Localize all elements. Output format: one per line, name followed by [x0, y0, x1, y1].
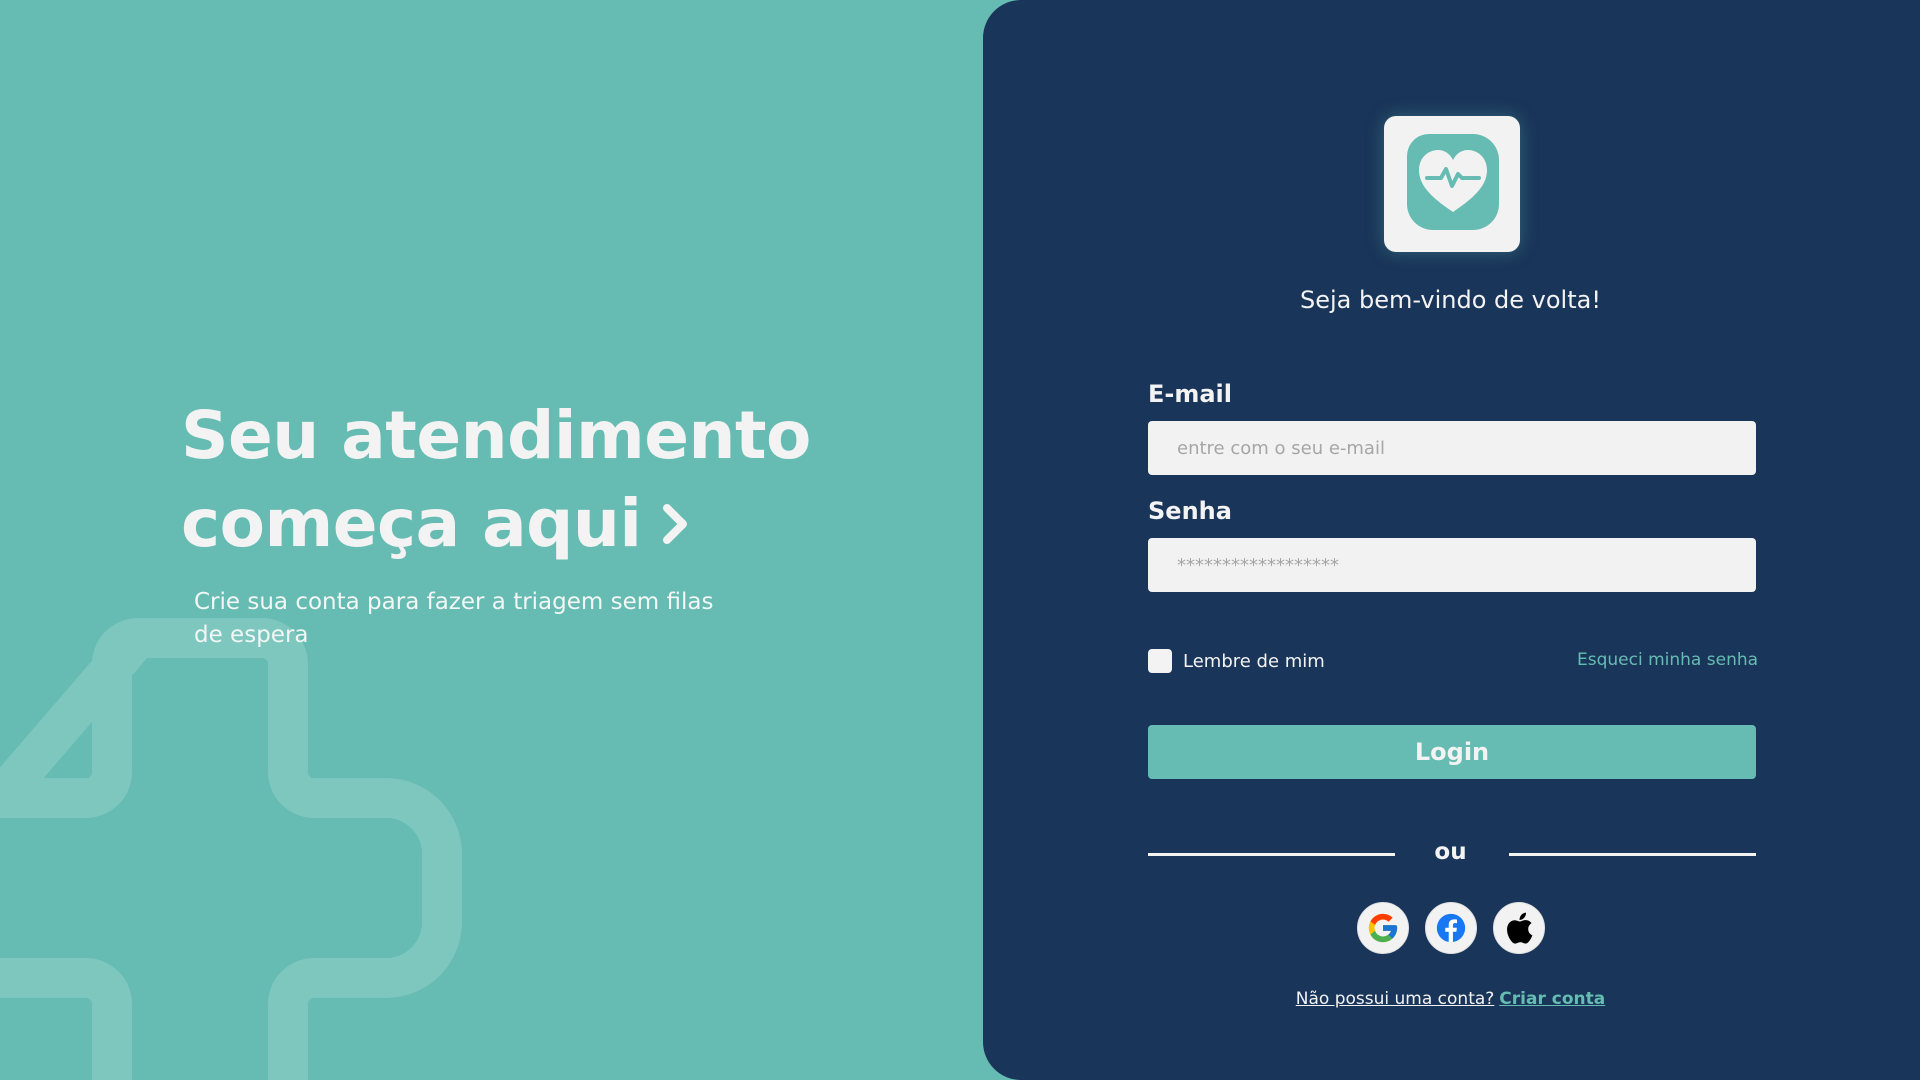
google-login-button[interactable] — [1357, 902, 1409, 954]
hero-panel: Seu atendimento começa aqui Crie sua con… — [0, 0, 984, 1080]
remember-checkbox[interactable] — [1148, 649, 1172, 673]
heart-pulse-icon — [1419, 150, 1487, 212]
hero-title: Seu atendimento começa aqui — [181, 392, 821, 572]
password-input[interactable] — [1148, 538, 1756, 592]
remember-label: Lembre de mim — [1183, 650, 1325, 672]
google-icon — [1368, 913, 1398, 943]
email-label: E-mail — [1148, 380, 1233, 408]
facebook-login-button[interactable] — [1425, 902, 1477, 954]
remember-me[interactable]: Lembre de mim — [1148, 648, 1325, 674]
apple-icon — [1507, 912, 1533, 944]
email-input[interactable] — [1148, 421, 1756, 475]
forgot-password-link[interactable]: Esqueci minha senha — [1577, 650, 1758, 670]
create-account-link[interactable]: Criar conta — [1499, 989, 1605, 1009]
apple-login-button[interactable] — [1493, 902, 1545, 954]
chevron-right-icon — [660, 480, 690, 568]
login-button[interactable]: Login — [1148, 725, 1756, 779]
app-logo — [1384, 116, 1520, 252]
no-account-text: Não possui uma conta? — [1295, 989, 1495, 1009]
login-panel: Seja bem-vindo de volta! E-mail Senha Le… — [983, 0, 1920, 1080]
hero-title-line-2-text: começa aqui — [181, 485, 642, 562]
password-label: Senha — [1148, 497, 1232, 525]
hero-title-line-1: Seu atendimento — [181, 397, 811, 474]
signup-row: Não possui uma conta? Criar conta — [983, 989, 1918, 1009]
divider-text: ou — [1434, 839, 1467, 865]
logo-background — [1407, 134, 1499, 230]
hero-subtitle: Crie sua conta para fazer a triagem sem … — [194, 589, 714, 648]
welcome-text: Seja bem-vindo de volta! — [1300, 286, 1601, 314]
facebook-icon — [1436, 913, 1466, 943]
divider-line-right — [1509, 853, 1756, 856]
hero-title-line-2: começa aqui — [181, 480, 821, 572]
